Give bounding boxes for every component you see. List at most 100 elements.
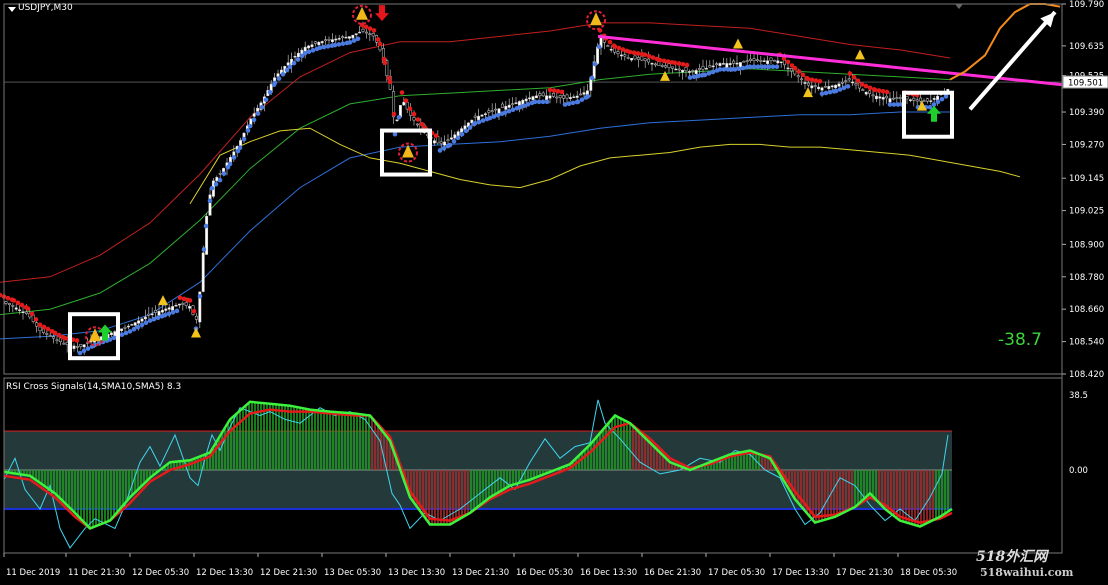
trend-dot bbox=[517, 104, 523, 110]
trend-dot bbox=[717, 67, 723, 72]
candle-body bbox=[62, 342, 66, 345]
candle-body bbox=[402, 101, 406, 106]
candle-body bbox=[317, 41, 321, 46]
candle-body bbox=[446, 139, 450, 142]
candle-body bbox=[415, 123, 419, 126]
candle-body bbox=[177, 303, 181, 306]
candle-body bbox=[721, 63, 725, 65]
chart-canvas[interactable]: 109.790109.635109.525109.390109.270109.1… bbox=[0, 0, 1108, 585]
candle-body bbox=[725, 63, 729, 68]
candle-body bbox=[929, 100, 933, 102]
candle-body bbox=[541, 92, 545, 97]
candle-body bbox=[4, 301, 8, 304]
trend-dot bbox=[867, 85, 873, 91]
time-tick-label: 18 Dec 05:30 bbox=[900, 568, 957, 578]
candle-body bbox=[184, 302, 188, 306]
candle-body bbox=[137, 320, 141, 324]
time-tick-label: 12 Dec 05:30 bbox=[132, 568, 189, 578]
trend-dot bbox=[411, 111, 417, 117]
candle-body bbox=[113, 331, 117, 337]
trend-dot bbox=[650, 55, 656, 60]
candle-body bbox=[596, 46, 600, 64]
trend-dot bbox=[532, 99, 538, 105]
candle-body bbox=[847, 78, 851, 81]
candle-body bbox=[371, 32, 375, 37]
candle-body bbox=[919, 97, 923, 102]
trend-dot bbox=[441, 145, 447, 151]
candle-body bbox=[660, 65, 664, 67]
trend-dot bbox=[891, 102, 897, 107]
candle-body bbox=[14, 307, 18, 310]
candle-body bbox=[844, 80, 848, 82]
trend-dot bbox=[155, 315, 161, 321]
candle-body bbox=[79, 343, 83, 347]
candle-body bbox=[840, 82, 844, 84]
candle-body bbox=[711, 65, 715, 68]
candle-body bbox=[181, 303, 185, 305]
candle-body bbox=[123, 327, 127, 329]
candle-body bbox=[21, 311, 25, 313]
candle-body bbox=[320, 41, 324, 44]
candle-body bbox=[126, 325, 130, 328]
trend-dot bbox=[872, 87, 878, 93]
candle-body bbox=[755, 59, 759, 62]
trend-dot bbox=[521, 103, 527, 109]
trend-dot bbox=[302, 50, 308, 56]
trend-dot bbox=[387, 79, 393, 85]
trend-dot bbox=[805, 76, 811, 82]
candle-body bbox=[341, 36, 345, 38]
trend-dot bbox=[399, 90, 405, 95]
candle-body bbox=[674, 68, 678, 71]
trend-dot bbox=[491, 114, 497, 119]
trend-dot bbox=[396, 114, 402, 120]
candle-body bbox=[606, 45, 610, 47]
candle-body bbox=[511, 103, 515, 105]
trend-dot bbox=[306, 49, 312, 55]
trend-dot bbox=[203, 223, 209, 229]
candle-body bbox=[480, 114, 484, 117]
candle-body bbox=[358, 31, 362, 34]
trend-dot bbox=[570, 100, 576, 106]
candle-body bbox=[188, 306, 192, 309]
trend-dot bbox=[276, 76, 282, 81]
trend-dot bbox=[819, 91, 825, 97]
candle-body bbox=[477, 115, 481, 121]
trend-dot bbox=[415, 117, 421, 122]
time-tick-label: 13 Dec 05:30 bbox=[324, 568, 381, 578]
candle-body bbox=[364, 31, 368, 34]
candle-body bbox=[925, 98, 929, 102]
trend-dot bbox=[213, 181, 219, 187]
candle-body bbox=[881, 97, 885, 100]
candle-body bbox=[109, 332, 113, 335]
trend-dot bbox=[231, 155, 237, 160]
candle-body bbox=[453, 134, 457, 139]
candle-body bbox=[531, 96, 535, 100]
candle-body bbox=[769, 57, 773, 61]
candle-body bbox=[337, 38, 341, 40]
candle-body bbox=[664, 65, 668, 68]
trend-dot bbox=[695, 73, 701, 79]
trend-dot bbox=[480, 118, 486, 123]
trend-dot bbox=[817, 79, 823, 84]
candle-body bbox=[514, 102, 518, 104]
candle-body bbox=[575, 95, 579, 98]
trend-dot bbox=[665, 59, 671, 64]
candle-body bbox=[432, 140, 436, 144]
candle-body bbox=[691, 70, 695, 72]
trend-dot bbox=[684, 62, 690, 68]
candle-body bbox=[167, 307, 171, 310]
trend-dot bbox=[371, 28, 377, 33]
trend-dot bbox=[447, 142, 453, 148]
trend-dot bbox=[589, 75, 595, 81]
trend-dot bbox=[62, 335, 68, 341]
candle-body bbox=[487, 110, 491, 113]
trend-dot bbox=[280, 71, 286, 77]
trend-dot bbox=[939, 96, 945, 102]
trend-dot bbox=[785, 59, 791, 65]
indicator-label: RSI Cross Signals(14,SMA10,SMA5) 8.3 bbox=[6, 382, 182, 392]
dropdown-triangle-icon[interactable] bbox=[8, 7, 16, 12]
trend-dot bbox=[247, 123, 253, 129]
trend-dot bbox=[197, 293, 203, 299]
candle-body bbox=[653, 63, 657, 66]
candle-body bbox=[313, 41, 317, 44]
